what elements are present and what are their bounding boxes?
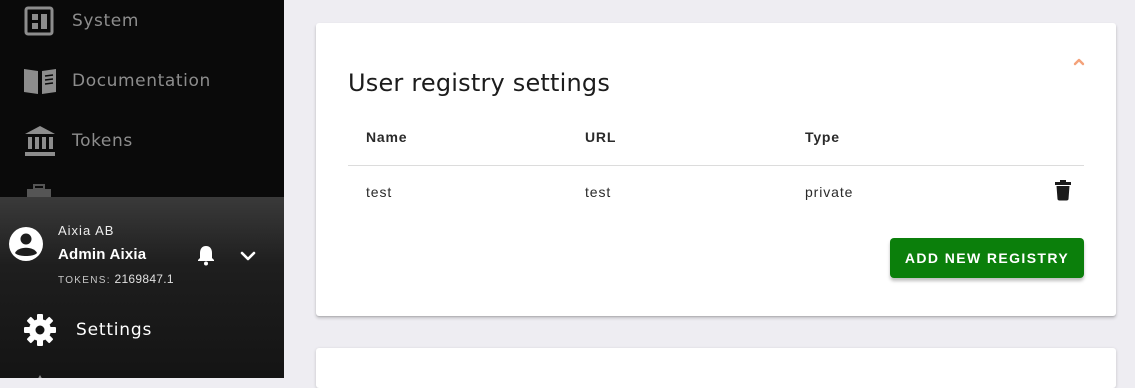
cell-type: private [805,184,854,200]
book-icon [22,63,58,99]
gear-icon [22,312,58,348]
token-label: TOKENS: [58,275,111,286]
dashboard-icon [22,3,58,39]
sidebar-item-tokens[interactable]: Tokens [0,113,284,169]
sidebar-item-label: Settings [76,320,153,340]
sidebar: System Documentation Tokens Aixia AB Adm… [0,0,284,378]
organization-name: Aixia AB [58,223,115,238]
delete-icon[interactable] [1054,179,1072,201]
sidebar-item-system[interactable]: System [0,0,284,49]
user-name: Admin Aixia [58,246,147,263]
token-value: 2169847.1 [114,272,174,286]
sidebar-item-label: Documentation [72,71,211,91]
column-header-type: Type [805,129,840,145]
chevron-up-icon [30,370,50,378]
collapse-chevron-up-icon[interactable] [1067,49,1091,73]
cell-name: test [366,184,393,200]
sidebar-item-settings[interactable]: Settings [0,300,284,360]
next-card [316,348,1116,388]
add-new-registry-button[interactable]: ADD NEW REGISTRY [890,238,1084,278]
column-header-url: URL [585,129,617,145]
briefcase-icon [26,184,52,198]
bell-icon[interactable] [195,244,217,266]
chevron-down-icon[interactable] [237,245,259,267]
column-header-name: Name [366,129,408,145]
registry-settings-card: User registry settings Name URL Type tes… [316,23,1116,316]
table-divider [348,165,1084,166]
token-balance: TOKENS: 2169847.1 [58,272,174,286]
bank-icon [22,123,58,159]
sidebar-item-label: System [72,11,139,31]
cell-url: test [585,184,612,200]
card-title: User registry settings [348,68,611,97]
account-circle-icon[interactable] [8,226,44,262]
sidebar-item-label: Tokens [72,131,133,151]
sidebar-item-documentation[interactable]: Documentation [0,53,284,109]
